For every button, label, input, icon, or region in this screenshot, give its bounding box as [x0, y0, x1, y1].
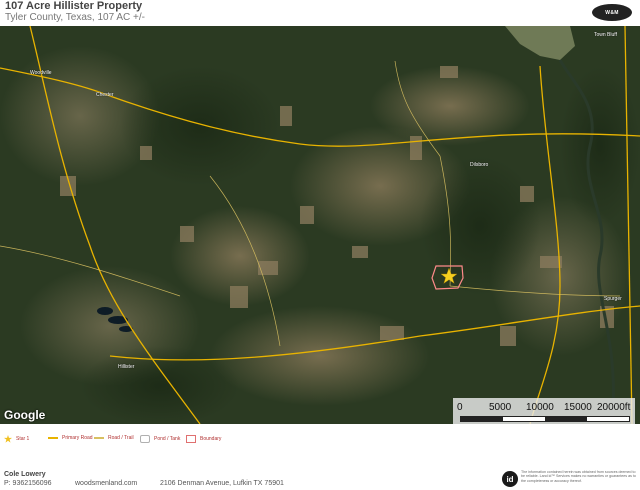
legend-item-boundary: Boundary — [186, 435, 221, 443]
place-label: Dilsboro — [470, 162, 489, 168]
scale-label: 5000 — [489, 402, 512, 413]
scale-label: 20000ft — [597, 402, 631, 413]
scale-segment — [545, 417, 587, 421]
scale-bar-panel: 0 5000 10000 15000 20000ft — [453, 398, 635, 424]
satellite-imagery — [0, 26, 640, 424]
legend-label: Primary Road — [62, 435, 93, 441]
place-label: Hillister — [118, 364, 135, 370]
agent-name: Cole Lowery — [4, 471, 46, 478]
land-id-logo: id — [502, 471, 518, 487]
legend-label: Boundary — [200, 436, 222, 442]
satellite-map[interactable]: Town Bluff Dilsboro Spurger Hillister Wo… — [0, 26, 640, 424]
place-label: Chester — [96, 92, 114, 98]
scale-bar — [460, 416, 630, 422]
boundary-swatch-icon — [186, 435, 196, 443]
map-header: 107 Acre Hillister Property Tyler County… — [0, 0, 640, 26]
road-trail-swatch-icon — [94, 437, 104, 439]
brand-logo: W&M — [592, 4, 632, 21]
legend-label: Pond / Tank — [154, 436, 181, 442]
scale-label: 15000 — [564, 402, 592, 413]
office-address: 2106 Denman Avenue, Lufkin TX 75901 — [160, 480, 284, 487]
legend-item-primary-road: Primary Road — [48, 435, 93, 441]
place-label: Town Bluff — [594, 32, 617, 38]
place-label: Woodville — [30, 70, 52, 76]
page-subtitle: Tyler County, Texas, 107 AC +/- — [5, 12, 145, 23]
legend-label: Star 1 — [16, 436, 30, 442]
footer: Cole Lowery P: 9362156096 woodsmenland.c… — [0, 468, 640, 490]
pond-swatch-icon — [140, 435, 150, 443]
legend-label: Road / Trail — [108, 435, 134, 441]
legend-item-road-trail: Road / Trail — [94, 435, 134, 441]
legend-item-star: Star 1 — [4, 435, 29, 443]
website-link[interactable]: woodsmenland.com — [75, 480, 137, 487]
page-title: 107 Acre Hillister Property — [5, 0, 143, 12]
primary-road-swatch-icon — [48, 437, 58, 439]
disclaimer: The information contained herein was obt… — [521, 470, 636, 483]
legend-item-pond: Pond / Tank — [140, 435, 180, 443]
star-icon — [4, 435, 12, 443]
place-label: Spurger — [604, 296, 622, 302]
agent-phone: P: 9362156096 — [4, 480, 52, 487]
scale-segment — [461, 417, 503, 421]
google-attribution: Google — [4, 408, 46, 422]
scale-label: 0 — [457, 402, 463, 413]
map-legend: Star 1 Primary Road Road / Trail Pond / … — [0, 432, 640, 446]
scale-label: 10000 — [526, 402, 554, 413]
